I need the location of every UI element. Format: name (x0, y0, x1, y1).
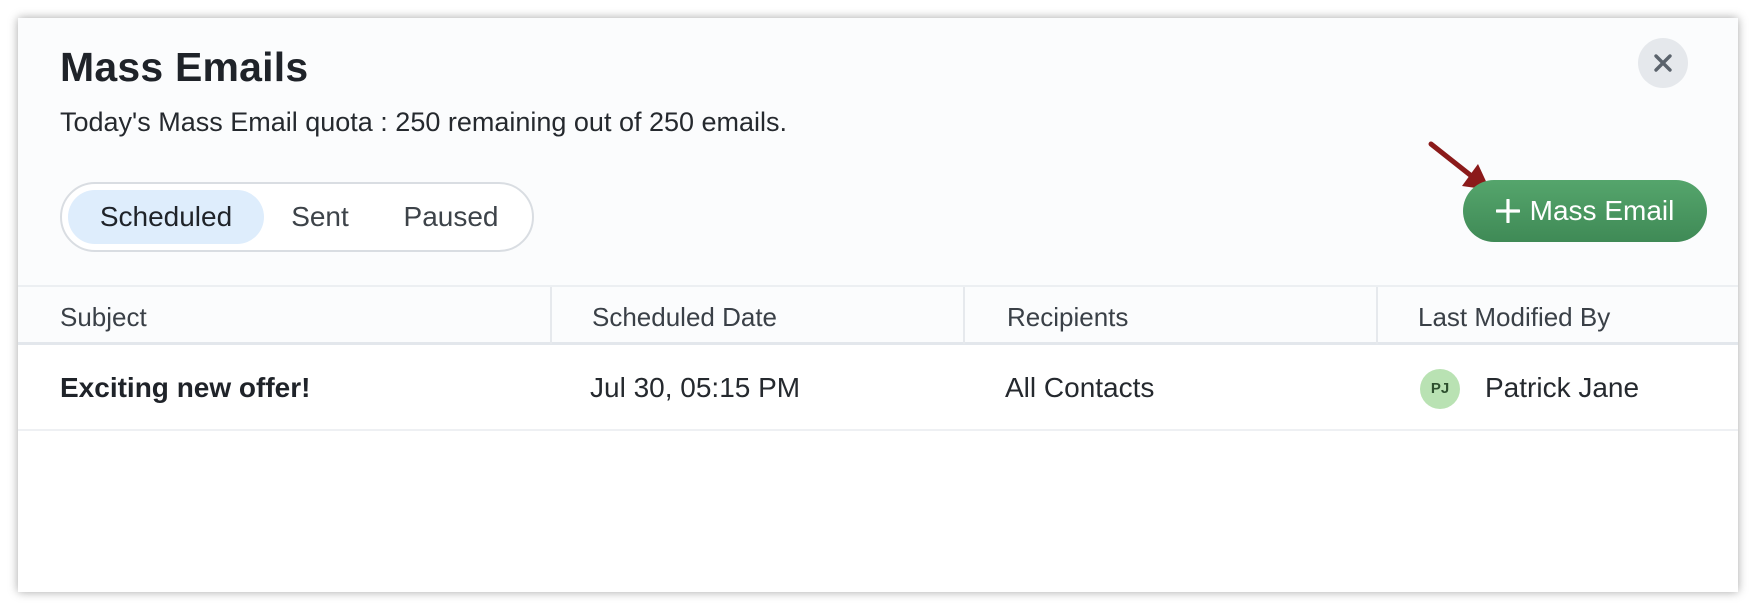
close-icon (1653, 53, 1673, 73)
column-header-scheduled-date[interactable]: Scheduled Date (592, 287, 777, 344)
column-divider[interactable] (1376, 287, 1378, 344)
mass-emails-dialog: Mass Emails Today's Mass Email quota : 2… (18, 18, 1738, 592)
tab-paused[interactable]: Paused (378, 190, 524, 244)
cell-scheduled-date: Jul 30, 05:15 PM (590, 372, 801, 403)
status-tabs: Scheduled Sent Paused (60, 182, 534, 252)
tab-sent[interactable]: Sent (270, 190, 370, 244)
cell-subject[interactable]: Exciting new offer! (60, 345, 310, 431)
column-header-recipients[interactable]: Recipients (1007, 287, 1128, 344)
dialog-header: Mass Emails Today's Mass Email quota : 2… (18, 18, 1738, 285)
table-header: Subject Scheduled Date Recipients Last M… (18, 285, 1738, 345)
tab-scheduled[interactable]: Scheduled (68, 190, 264, 244)
quota-text: Today's Mass Email quota : 250 remaining… (60, 107, 788, 137)
column-divider[interactable] (963, 287, 965, 344)
column-divider[interactable] (550, 287, 552, 344)
column-header-last-modified-by[interactable]: Last Modified By (1418, 287, 1610, 344)
column-header-subject[interactable]: Subject (60, 287, 147, 344)
mass-email-button-label: Mass Email (1529, 195, 1675, 226)
plus-icon (1495, 199, 1520, 223)
add-mass-email-button[interactable]: Mass Email (1463, 180, 1707, 242)
cell-recipients: All Contacts (1005, 372, 1155, 403)
cell-modified-by-name: Patrick Jane (1485, 372, 1640, 403)
close-button[interactable] (1638, 38, 1688, 88)
table-row[interactable]: Exciting new offer! Jul 30, 05:15 PM All… (18, 345, 1738, 431)
avatar: PJ (1420, 369, 1460, 409)
dialog-title: Mass Emails (60, 44, 309, 90)
